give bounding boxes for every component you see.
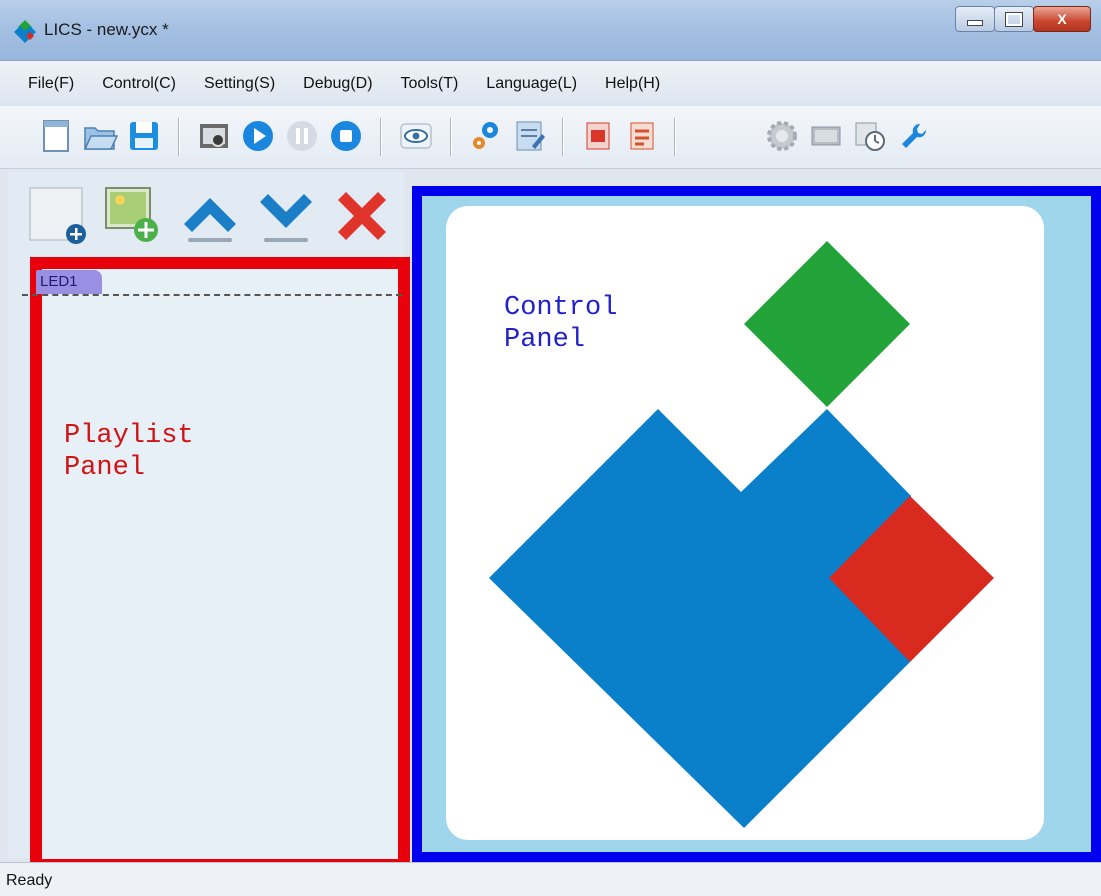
status-bar <box>0 862 1101 896</box>
status-text: Ready <box>6 872 53 889</box>
logo-green-diamond <box>744 241 910 407</box>
menu-setting[interactable]: Setting(S) <box>204 75 275 93</box>
menu-tools[interactable]: Tools(T) <box>401 75 459 93</box>
toolbar-separator <box>380 118 381 156</box>
app-logo-icon <box>14 20 36 43</box>
maximize-button[interactable] <box>994 6 1034 32</box>
program-red-icon[interactable] <box>580 118 616 154</box>
menu-bar: File(F) Control(C) Setting(S) Debug(D) T… <box>0 61 1101 106</box>
add-program-icon[interactable] <box>100 184 164 248</box>
toolbar-separator <box>450 118 451 156</box>
stop-icon[interactable] <box>328 118 364 154</box>
menu-file[interactable]: File(F) <box>28 75 74 93</box>
toolbar-separator <box>178 118 179 156</box>
maximize-icon <box>1005 11 1023 27</box>
tab-led1[interactable]: LED1 <box>36 270 102 294</box>
menu-debug[interactable]: Debug(D) <box>303 75 372 93</box>
menu-language[interactable]: Language(L) <box>486 75 577 93</box>
toolbar <box>0 106 1101 169</box>
schedule-red-icon[interactable] <box>624 118 660 154</box>
open-folder-icon[interactable] <box>82 118 118 154</box>
minimize-icon <box>967 20 983 26</box>
close-button[interactable]: X <box>1033 6 1091 32</box>
screen-capture-icon[interactable] <box>196 118 232 154</box>
screen-icon[interactable] <box>808 118 844 154</box>
playlist-panel-label: Playlist Panel <box>64 421 194 483</box>
brightness-gear-icon[interactable] <box>764 118 800 154</box>
pause-icon[interactable] <box>284 118 320 154</box>
control-logo-graphic <box>489 241 994 828</box>
window-title: LICS - new.ycx * <box>44 20 169 39</box>
new-file-icon[interactable] <box>38 118 74 154</box>
play-icon[interactable] <box>240 118 276 154</box>
wrench-icon[interactable] <box>896 118 932 154</box>
timer-icon[interactable] <box>852 118 888 154</box>
tab-divider <box>22 294 402 296</box>
toolbar-separator <box>674 118 675 156</box>
window-controls: X <box>955 6 1091 32</box>
logo-blue-shape <box>489 409 911 828</box>
menu-help[interactable]: Help(H) <box>605 75 660 93</box>
settings-gears-icon[interactable] <box>468 118 504 154</box>
add-screen-icon[interactable] <box>26 184 90 248</box>
minimize-button[interactable] <box>955 6 995 32</box>
menu-control[interactable]: Control(C) <box>102 75 176 93</box>
delete-icon[interactable] <box>330 184 394 248</box>
preview-eye-icon[interactable] <box>398 118 434 154</box>
close-icon: X <box>1057 11 1067 27</box>
toolbar-separator <box>562 118 563 156</box>
move-down-icon[interactable] <box>254 184 318 248</box>
save-icon[interactable] <box>126 118 162 154</box>
move-up-icon[interactable] <box>178 184 242 248</box>
edit-document-icon[interactable] <box>512 118 548 154</box>
playlist-list[interactable] <box>30 257 410 871</box>
